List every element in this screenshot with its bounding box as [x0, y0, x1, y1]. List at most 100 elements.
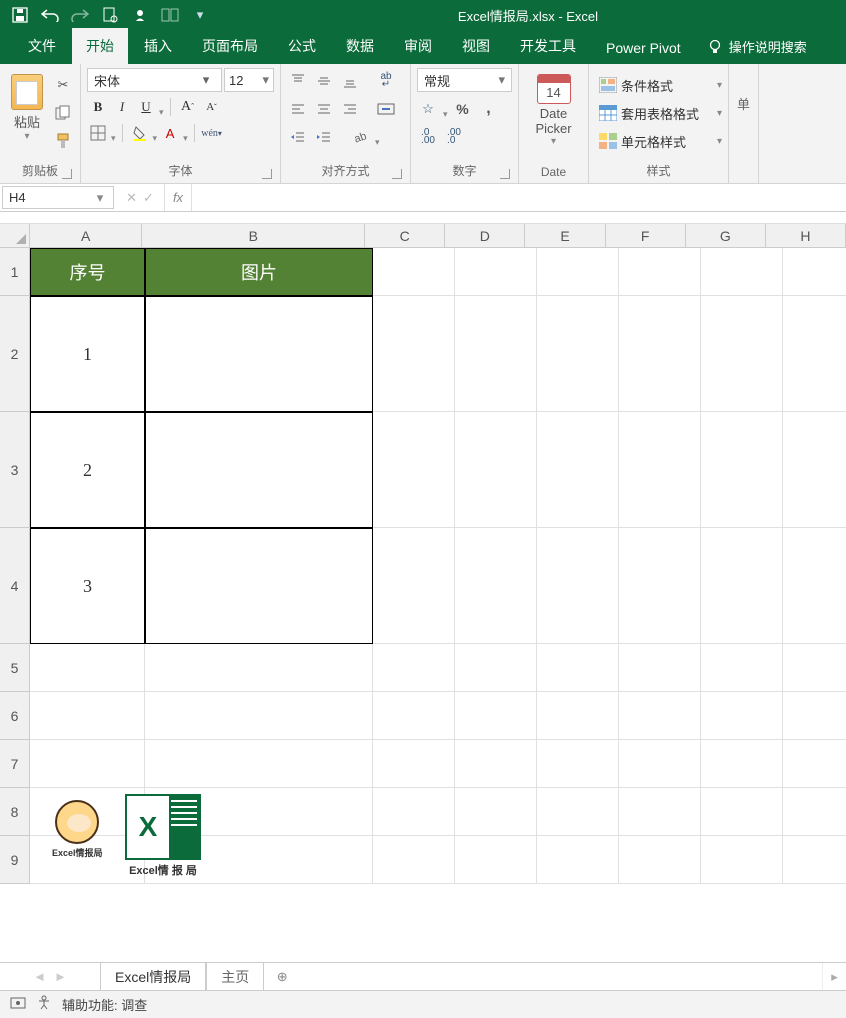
cell-H5[interactable]: [783, 644, 846, 692]
cell-A3[interactable]: 2: [30, 412, 145, 528]
cell-E8[interactable]: [537, 788, 619, 836]
alignment-dialog-icon[interactable]: [392, 169, 402, 179]
col-header-H[interactable]: H: [766, 224, 846, 248]
col-header-A[interactable]: A: [30, 224, 142, 248]
cell-G4[interactable]: [701, 528, 783, 644]
cell-D3[interactable]: [455, 412, 537, 528]
copy-icon[interactable]: [52, 102, 74, 124]
row-header-6[interactable]: 6: [0, 692, 30, 740]
cell-B6[interactable]: [145, 692, 373, 740]
row-header-8[interactable]: 8: [0, 788, 30, 836]
cell-F5[interactable]: [619, 644, 701, 692]
cell-F7[interactable]: [619, 740, 701, 788]
tab-page-layout[interactable]: 页面布局: [188, 28, 272, 64]
select-all-button[interactable]: [0, 224, 30, 248]
align-bottom-button[interactable]: [339, 70, 361, 92]
row-header-1[interactable]: 1: [0, 248, 30, 296]
cell-G8[interactable]: [701, 788, 783, 836]
formula-input[interactable]: [192, 184, 846, 211]
cell-E7[interactable]: [537, 740, 619, 788]
grow-font-button[interactable]: Aˆ: [177, 96, 199, 118]
cell-A5[interactable]: [30, 644, 145, 692]
redo-icon[interactable]: [70, 5, 90, 25]
cell-H1[interactable]: [783, 248, 846, 296]
cell-D4[interactable]: [455, 528, 537, 644]
tab-developer[interactable]: 开发工具: [506, 28, 590, 64]
cell-styles-button[interactable]: 单元格样式▾: [595, 128, 722, 154]
bold-button[interactable]: B: [87, 96, 109, 118]
cell-G3[interactable]: [701, 412, 783, 528]
sheet-prev-icon[interactable]: ◄: [33, 969, 46, 984]
tab-data[interactable]: 数据: [332, 28, 388, 64]
print-preview-icon[interactable]: [100, 5, 120, 25]
qat-customize-icon[interactable]: ▾: [190, 5, 210, 25]
increase-decimal-button[interactable]: .0.00: [417, 126, 439, 148]
cell-F4[interactable]: [619, 528, 701, 644]
align-top-button[interactable]: [287, 70, 309, 92]
cell-D2[interactable]: [455, 296, 537, 412]
cell-C2[interactable]: [373, 296, 455, 412]
cell-B7[interactable]: [145, 740, 373, 788]
cell-H6[interactable]: [783, 692, 846, 740]
format-painter-icon[interactable]: [52, 130, 74, 152]
percent-button[interactable]: %: [452, 98, 474, 120]
cut-icon[interactable]: ✂: [52, 74, 74, 96]
underline-button[interactable]: U: [135, 96, 157, 118]
cell-H8[interactable]: [783, 788, 846, 836]
sheet-next-icon[interactable]: ►: [54, 969, 67, 984]
row-header-9[interactable]: 9: [0, 836, 30, 884]
decrease-indent-button[interactable]: [287, 126, 309, 148]
cell-H7[interactable]: [783, 740, 846, 788]
tab-file[interactable]: 文件: [14, 28, 70, 64]
add-sheet-button[interactable]: ⊕: [270, 965, 294, 989]
borders-button[interactable]: [87, 122, 109, 144]
tab-insert[interactable]: 插入: [130, 28, 186, 64]
accessibility-icon[interactable]: [36, 995, 52, 1014]
cell-G2[interactable]: [701, 296, 783, 412]
cell-E2[interactable]: [537, 296, 619, 412]
paste-button[interactable]: 粘贴 ▾: [6, 68, 48, 160]
cell-C1[interactable]: [373, 248, 455, 296]
cell-H3[interactable]: [783, 412, 846, 528]
col-header-E[interactable]: E: [525, 224, 605, 248]
tell-me-search[interactable]: 操作说明搜索: [697, 29, 817, 64]
align-middle-button[interactable]: [313, 70, 335, 92]
cell-A6[interactable]: [30, 692, 145, 740]
cell-F3[interactable]: [619, 412, 701, 528]
cell-G7[interactable]: [701, 740, 783, 788]
row-header-2[interactable]: 2: [0, 296, 30, 412]
cell-D8[interactable]: [455, 788, 537, 836]
cell-A1[interactable]: 序号: [30, 248, 145, 296]
cell-E3[interactable]: [537, 412, 619, 528]
cell-G1[interactable]: [701, 248, 783, 296]
cell-E9[interactable]: [537, 836, 619, 884]
col-header-G[interactable]: G: [686, 224, 766, 248]
decrease-decimal-button[interactable]: .00.0: [443, 126, 465, 148]
number-format-dropdown[interactable]: 常规▾: [417, 68, 512, 92]
cell-F6[interactable]: [619, 692, 701, 740]
increase-indent-button[interactable]: [313, 126, 335, 148]
cell-B5[interactable]: [145, 644, 373, 692]
cell-G6[interactable]: [701, 692, 783, 740]
cancel-icon[interactable]: ✕: [126, 190, 137, 206]
cell-G9[interactable]: [701, 836, 783, 884]
row-header-4[interactable]: 4: [0, 528, 30, 644]
shrink-font-button[interactable]: Aˇ: [201, 96, 223, 118]
cell-D1[interactable]: [455, 248, 537, 296]
cell-D6[interactable]: [455, 692, 537, 740]
sheet-tab-second[interactable]: 主页: [206, 962, 264, 992]
sheet-tab-active[interactable]: Excel情报局: [100, 962, 206, 993]
undo-icon[interactable]: [40, 5, 60, 25]
col-header-B[interactable]: B: [142, 224, 365, 248]
col-header-F[interactable]: F: [606, 224, 686, 248]
cell-F1[interactable]: [619, 248, 701, 296]
name-box[interactable]: H4▾: [2, 186, 114, 209]
tab-view[interactable]: 视图: [448, 28, 504, 64]
tab-powerpivot[interactable]: Power Pivot: [592, 32, 695, 64]
align-center-button[interactable]: [313, 98, 335, 120]
align-left-button[interactable]: [287, 98, 309, 120]
number-dialog-icon[interactable]: [500, 169, 510, 179]
font-dialog-icon[interactable]: [262, 169, 272, 179]
cell-A7[interactable]: [30, 740, 145, 788]
cell-D5[interactable]: [455, 644, 537, 692]
